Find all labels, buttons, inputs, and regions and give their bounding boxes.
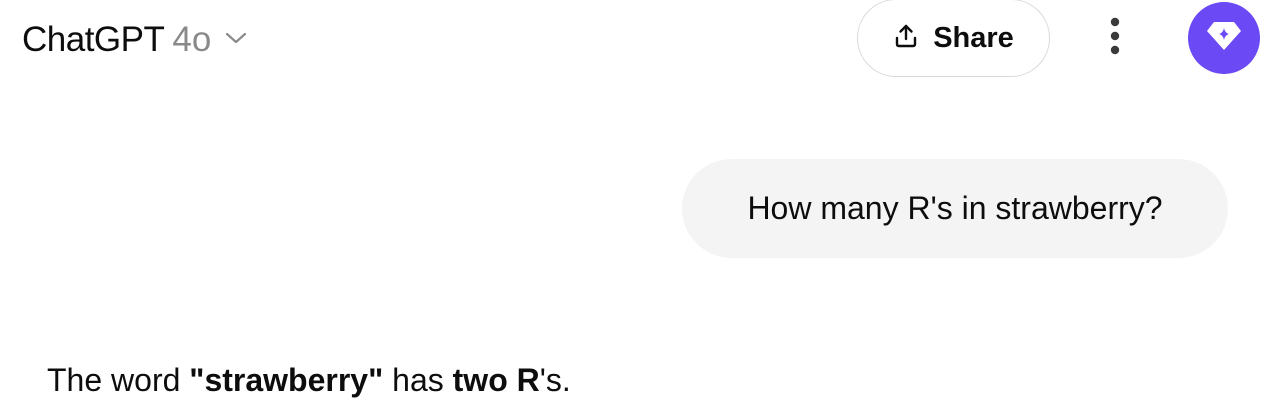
assistant-message: The word "strawberry" has two R's. <box>47 362 571 399</box>
top-bar: ChatGPT 4o Share <box>0 0 1264 80</box>
model-version: 4o <box>172 20 212 59</box>
model-selector[interactable]: ChatGPT 4o <box>22 16 247 64</box>
share-icon <box>893 23 919 54</box>
user-avatar[interactable] <box>1188 2 1260 74</box>
share-label: Share <box>933 21 1014 54</box>
model-name: ChatGPT <box>22 20 165 59</box>
assistant-text-bold: two R <box>452 362 540 398</box>
user-message-text: How many R's in strawberry? <box>747 190 1163 226</box>
chevron-down-icon <box>221 31 247 50</box>
user-message-bubble: How many R's in strawberry? <box>682 159 1228 258</box>
share-button[interactable]: Share <box>857 0 1050 77</box>
assistant-text-bold: "strawberry" <box>189 362 384 398</box>
more-vertical-icon <box>1109 16 1121 61</box>
assistant-text-part: 's. <box>539 362 571 398</box>
assistant-text-part: has <box>383 362 453 398</box>
diamond-sparkle-icon <box>1204 19 1244 58</box>
more-options-button[interactable] <box>1101 14 1129 62</box>
assistant-text-part: The word <box>47 362 190 398</box>
